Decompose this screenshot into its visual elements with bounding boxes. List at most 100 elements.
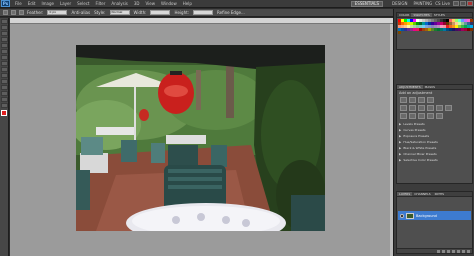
feather-input[interactable]: 0 px xyxy=(47,10,68,15)
expand-arrow-icon: ▶ xyxy=(399,145,402,150)
menu-window[interactable]: Window xyxy=(158,1,180,6)
menu-image[interactable]: Image xyxy=(38,1,57,6)
preset-label: Exposure Presets xyxy=(403,133,430,138)
layer-thumbnail xyxy=(406,212,414,219)
canvas-image[interactable] xyxy=(76,45,325,231)
channel-mixer-icon[interactable] xyxy=(445,105,452,111)
close-icon[interactable] xyxy=(467,1,473,6)
tab-adjustments[interactable]: ADJUSTMENTS xyxy=(397,85,423,89)
tab-masks[interactable]: MASKS xyxy=(423,85,437,89)
menu-edit[interactable]: Edit xyxy=(25,1,39,6)
new-group-icon[interactable] xyxy=(457,249,460,253)
layer-row-background[interactable]: Background xyxy=(398,211,471,220)
lasso-tool-icon[interactable] xyxy=(1,31,8,36)
menu-3d[interactable]: 3D xyxy=(131,1,143,6)
menu-select[interactable]: Select xyxy=(74,1,92,6)
adjustment-icons-row-1 xyxy=(397,96,472,104)
preset-channel-mixer[interactable]: ▶ Channel Mixer Presets xyxy=(399,151,470,156)
marquee-tool-icon[interactable] xyxy=(3,10,8,15)
eraser-tool-icon[interactable] xyxy=(1,79,8,84)
menu-filter[interactable]: Filter xyxy=(92,1,108,6)
invert-icon[interactable] xyxy=(400,113,407,119)
trash-icon[interactable] xyxy=(467,249,470,253)
layer-style-icon[interactable] xyxy=(442,249,445,253)
photo-filter-icon[interactable] xyxy=(436,105,443,111)
menu-layer[interactable]: Layer xyxy=(57,1,74,6)
levels-icon[interactable] xyxy=(409,97,416,103)
cs-live-button[interactable]: CS Live xyxy=(435,1,450,6)
preset-selective-color[interactable]: ▶ Selective Color Presets xyxy=(399,157,470,162)
maximize-icon[interactable] xyxy=(460,1,466,6)
preset-hue-saturation[interactable]: ▶ Hue/Saturation Presets xyxy=(399,139,470,144)
eye-icon[interactable] xyxy=(400,213,404,218)
foreground-color-swatch[interactable] xyxy=(1,110,7,116)
preset-label: Selective Color Presets xyxy=(403,157,438,162)
quick-select-tool-icon[interactable] xyxy=(1,37,8,42)
workspace-design-link[interactable]: DESIGN xyxy=(389,1,410,6)
dodge-tool-icon[interactable] xyxy=(1,97,8,102)
new-layer-icon[interactable] xyxy=(462,249,465,253)
menu-help[interactable]: Help xyxy=(180,1,195,6)
preset-label: Black & White Presets xyxy=(403,145,437,150)
new-fill-layer-icon[interactable] xyxy=(452,249,455,253)
link-layers-icon[interactable] xyxy=(437,249,440,253)
exposure-icon[interactable] xyxy=(427,97,434,103)
tab-layers[interactable]: LAYERS xyxy=(397,192,413,196)
preset-black-white[interactable]: ▶ Black & White Presets xyxy=(399,145,470,150)
crop-tool-icon[interactable] xyxy=(1,43,8,48)
gradient-tool-icon[interactable] xyxy=(1,85,8,90)
width-input[interactable] xyxy=(150,10,171,15)
preset-curves[interactable]: ▶ Curves Presets xyxy=(399,127,470,132)
add-selection-icon[interactable] xyxy=(19,10,24,15)
preset-label: Channel Mixer Presets xyxy=(403,151,437,156)
tab-paths[interactable]: PATHS xyxy=(433,192,446,196)
minimize-icon[interactable] xyxy=(453,1,459,6)
tab-swatches[interactable]: SWATCHES xyxy=(411,13,432,17)
expand-arrow-icon: ▶ xyxy=(399,127,402,132)
eyedropper-tool-icon[interactable] xyxy=(1,49,8,54)
tab-channels[interactable]: CHANNELS xyxy=(412,192,432,196)
new-selection-icon[interactable] xyxy=(11,10,16,15)
tab-styles[interactable]: STYLES xyxy=(432,13,447,17)
swatch-grid xyxy=(397,18,473,35)
add-mask-icon[interactable] xyxy=(447,249,450,253)
expand-arrow-icon: ▶ xyxy=(399,121,402,126)
anti-alias-checkbox[interactable]: Anti-alias xyxy=(71,10,90,15)
brightness-contrast-icon[interactable] xyxy=(400,97,407,103)
menu-view[interactable]: View xyxy=(143,1,159,6)
clone-stamp-tool-icon[interactable] xyxy=(1,67,8,72)
black-white-icon[interactable] xyxy=(427,105,434,111)
color-balance-icon[interactable] xyxy=(418,105,425,111)
document-area: table restaurant.jpg @ 25% (RGB/8) xyxy=(10,18,393,256)
menu-analysis[interactable]: Analysis xyxy=(108,1,130,6)
move-tool-icon[interactable] xyxy=(1,19,8,24)
curves-icon[interactable] xyxy=(418,97,425,103)
blur-tool-icon[interactable] xyxy=(1,91,8,96)
gradient-map-icon[interactable] xyxy=(427,113,434,119)
threshold-icon[interactable] xyxy=(418,113,425,119)
height-input[interactable] xyxy=(193,10,214,15)
selective-color-icon[interactable] xyxy=(436,113,443,119)
color-swatch[interactable] xyxy=(470,28,473,31)
workspace-essentials-button[interactable]: ESSENTIALS xyxy=(350,0,384,7)
marquee-tool-icon[interactable] xyxy=(1,25,8,30)
pen-tool-icon[interactable] xyxy=(1,103,8,108)
refine-edge-button[interactable]: Refine Edge... xyxy=(217,10,245,15)
preset-label: Hue/Saturation Presets xyxy=(403,139,438,144)
adjustments-panel: ADJUSTMENTS MASKS Add an adjustment ▶ Le… xyxy=(396,84,473,184)
tab-color[interactable]: COLOR xyxy=(397,13,411,17)
history-brush-tool-icon[interactable] xyxy=(1,73,8,78)
healing-brush-tool-icon[interactable] xyxy=(1,55,8,60)
workspace-painting-link[interactable]: PAINTING xyxy=(410,1,435,6)
posterize-icon[interactable] xyxy=(409,113,416,119)
hue-saturation-icon[interactable] xyxy=(409,105,416,111)
preset-exposure[interactable]: ▶ Exposure Presets xyxy=(399,133,470,138)
preset-levels[interactable]: ▶ Levels Presets xyxy=(399,121,470,126)
color-swatch[interactable] xyxy=(398,31,401,34)
style-select[interactable]: Normal xyxy=(109,10,130,15)
vibrance-icon[interactable] xyxy=(400,105,407,111)
brush-tool-icon[interactable] xyxy=(1,61,8,66)
layers-panel-tabs: LAYERS CHANNELS PATHS xyxy=(397,192,472,197)
menu-file[interactable]: File xyxy=(12,1,25,6)
expand-arrow-icon: ▶ xyxy=(399,139,402,144)
